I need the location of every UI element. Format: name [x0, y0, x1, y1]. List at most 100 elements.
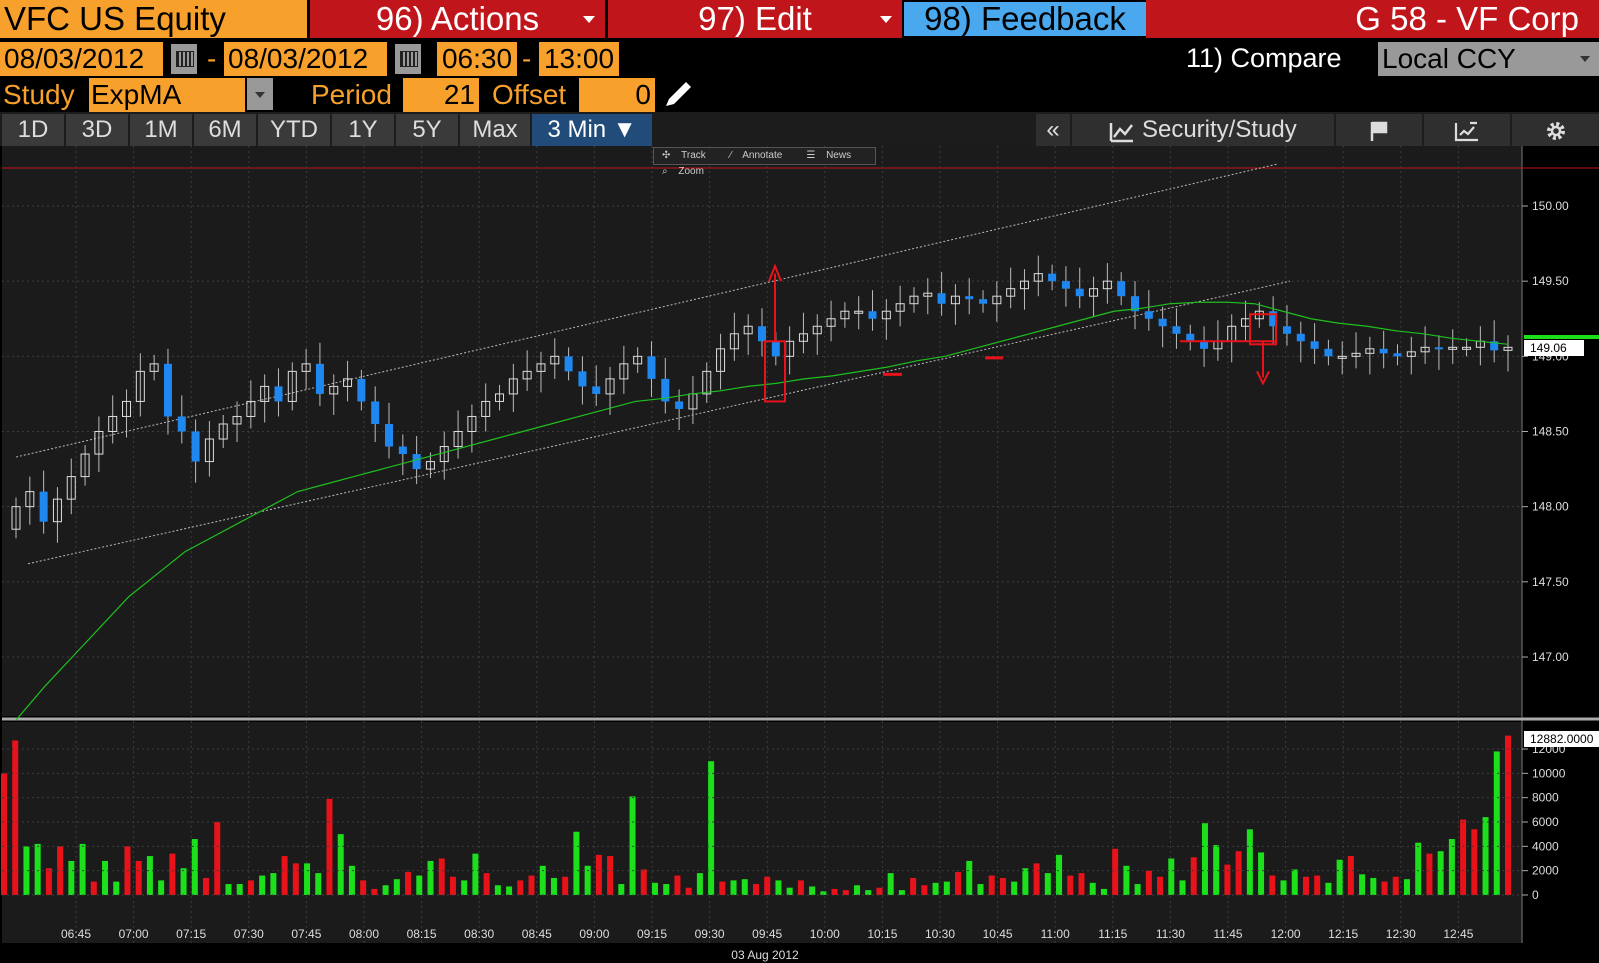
start-date-input[interactable]: 08/03/2012 — [0, 42, 163, 76]
x-tick-label: 11:30 — [1156, 927, 1185, 941]
candle-down — [412, 454, 421, 470]
volume-bar — [977, 884, 984, 895]
start-time-input[interactable]: 06:30 — [437, 42, 517, 76]
volume-bar — [988, 875, 995, 895]
volume-bar — [910, 877, 917, 895]
volume-bar — [281, 856, 288, 895]
period-input[interactable]: 21 — [403, 78, 479, 112]
x-tick-label: 10:00 — [810, 927, 840, 941]
range-button-max[interactable]: Max — [460, 114, 530, 146]
volume-bar — [842, 890, 849, 895]
volume-bar — [1100, 888, 1107, 895]
offset-input[interactable]: 0 — [579, 78, 655, 112]
calendar-icon[interactable] — [171, 44, 197, 74]
volume-bar — [1258, 852, 1265, 895]
security-field[interactable]: VFC US Equity — [0, 0, 307, 38]
volume-bar — [158, 880, 165, 895]
volume-bar — [797, 880, 804, 895]
news-tool[interactable]: ☰ News — [798, 148, 867, 164]
chevron-down-icon[interactable] — [247, 78, 273, 110]
volume-bar — [741, 879, 748, 895]
flag-button[interactable] — [1336, 114, 1422, 146]
x-tick-label: 11:15 — [1098, 927, 1127, 941]
zoom-tool[interactable]: ⌕ Zoom — [654, 164, 720, 180]
volume-bar — [943, 881, 950, 895]
range-button-6m[interactable]: 6M — [194, 114, 256, 146]
volume-bar — [820, 891, 827, 895]
volume-bar — [135, 860, 142, 895]
x-tick-label: 10:15 — [867, 927, 897, 941]
candle-down — [564, 356, 573, 372]
x-tick-label: 07:15 — [176, 927, 206, 941]
pencil-icon[interactable] — [662, 80, 694, 110]
volume-bar — [562, 876, 569, 895]
range-button-5y[interactable]: 5Y — [396, 114, 458, 146]
range-button-1m[interactable]: 1M — [130, 114, 192, 146]
volume-bar — [236, 884, 243, 895]
annotate-button[interactable] — [1424, 114, 1510, 146]
volume-bar — [1280, 880, 1287, 895]
candle-down — [1324, 348, 1333, 357]
volume-bar — [999, 877, 1006, 895]
edit-menu-button[interactable]: 97) Edit — [608, 0, 902, 38]
volume-bar — [12, 740, 19, 895]
range-button-1y[interactable]: 1Y — [332, 114, 394, 146]
volume-bar — [1033, 863, 1040, 895]
last-volume-label: 12882.0000 — [1530, 732, 1594, 746]
volume-bar — [876, 887, 883, 895]
volume-bar — [1056, 854, 1063, 895]
volume-bar — [1089, 882, 1096, 895]
volume-bar — [1067, 875, 1074, 895]
volume-bar — [1370, 877, 1377, 895]
volume-bar — [1112, 848, 1119, 895]
volume-bar — [1201, 823, 1208, 895]
range-button-1d[interactable]: 1D — [2, 114, 64, 146]
volume-bar — [1, 773, 7, 895]
compare-button[interactable]: 11) Compare — [1186, 43, 1342, 74]
chevron-down-icon — [583, 16, 595, 23]
x-tick-label: 12:30 — [1386, 927, 1416, 941]
end-time-input[interactable]: 13:00 — [539, 42, 619, 76]
security-study-button[interactable]: Security/Study — [1072, 114, 1334, 146]
range-button-3d[interactable]: 3D — [66, 114, 128, 146]
gear-icon — [1546, 121, 1565, 140]
end-date-input[interactable]: 08/03/2012 — [224, 42, 387, 76]
track-tool[interactable]: ✣ Track — [654, 148, 722, 164]
y-tick-label: 148.00 — [1532, 500, 1569, 514]
volume-bar — [1022, 868, 1029, 895]
study-select[interactable]: ExpMA — [89, 78, 245, 112]
volume-bar — [1235, 851, 1242, 895]
volume-bar — [1157, 876, 1164, 895]
volume-bar — [483, 873, 490, 895]
collapse-toggle[interactable]: « — [1036, 114, 1070, 146]
volume-bar — [191, 839, 198, 895]
volume-bar — [1224, 864, 1231, 895]
currency-select[interactable]: Local CCY — [1378, 42, 1572, 76]
annotate-tool[interactable]: ⁄ Annotate — [722, 148, 799, 164]
settings-button[interactable] — [1512, 114, 1599, 146]
volume-bar — [45, 868, 52, 895]
volume-bar — [663, 884, 670, 895]
candle-down — [1117, 281, 1126, 297]
candle-down — [868, 311, 877, 319]
calendar-icon[interactable] — [395, 44, 421, 74]
volume-bar — [595, 854, 602, 895]
candle-down — [1200, 341, 1209, 349]
price-volume-chart[interactable]: 147.00147.50148.00148.50149.00149.50150.… — [0, 146, 1599, 963]
volume-bar — [1145, 870, 1152, 895]
volume-bar — [887, 873, 894, 895]
candle-down — [1048, 273, 1057, 282]
candle-down — [1282, 326, 1291, 334]
y-tick-label: 147.00 — [1532, 650, 1569, 664]
candle-down — [1296, 333, 1305, 342]
x-tick-label: 07:30 — [234, 927, 264, 941]
volume-bar — [259, 875, 266, 895]
x-tick-label: 11:45 — [1213, 927, 1242, 941]
news-label: News — [826, 150, 852, 161]
interval-dropdown-3min[interactable]: 3 Min ▼ — [532, 114, 652, 146]
edit-chart-icon — [1454, 121, 1478, 141]
range-button-ytd[interactable]: YTD — [258, 114, 330, 146]
actions-menu-button[interactable]: 96) Actions — [310, 0, 605, 38]
chevron-down-icon[interactable] — [1572, 42, 1599, 76]
feedback-button[interactable]: 98) Feedback — [904, 2, 1146, 36]
